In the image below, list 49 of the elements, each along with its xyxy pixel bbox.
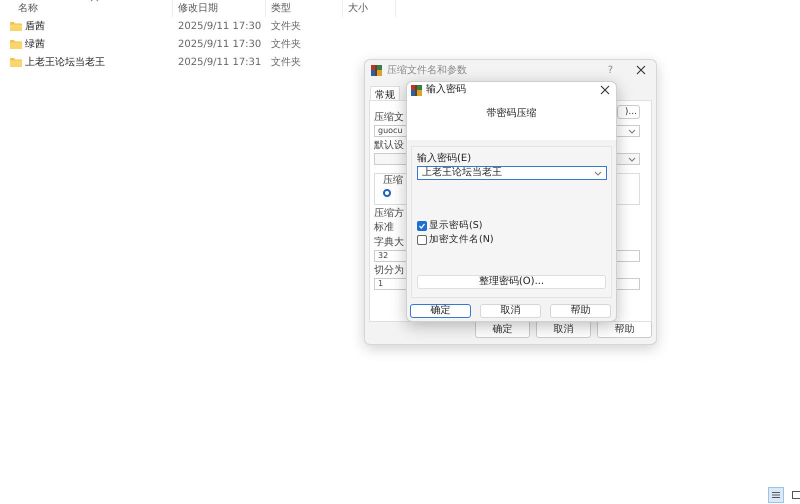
details-view-button[interactable] [768,487,784,503]
file-name[interactable]: 盾茜 [25,19,45,33]
checkbox[interactable] [417,221,427,231]
chevron-icon[interactable] [628,156,636,162]
dialog-button[interactable]: 取消 [480,304,541,318]
checkmark-icon [418,222,426,230]
field-label: 默认设 [374,140,404,152]
column-header[interactable]: 类型 [266,0,343,17]
chevron-icon[interactable] [628,128,636,134]
dialog-button[interactable]: 帮助 [550,304,611,318]
file-name[interactable]: 上老王论坛当老王 [25,55,105,69]
archive-icon [411,84,422,96]
column-header[interactable]: 修改日期 [173,0,266,17]
field-label: 压缩文 [374,112,404,124]
list-icon [771,491,781,499]
window-title: 压缩文件名和参数 [387,64,468,77]
manage-passwords-button[interactable]: 整理密码(O)... [417,275,606,289]
chevron-icon[interactable] [594,170,602,176]
dialog-heading: 带密码压缩 [486,108,536,120]
folder-icon [10,20,22,32]
file-type: 文件夹 [270,20,302,33]
column-header[interactable]: 大小 [343,0,396,17]
close-icon[interactable] [600,85,610,95]
modified-date: 2025/9/11 17:30 [177,38,262,50]
password-combobox[interactable]: 上老王论坛当老王 [417,166,607,180]
field-label: 字典大 [374,237,404,249]
modified-date: 2025/9/11 17:30 [177,20,262,32]
field-label: 切分为 [374,265,404,277]
column-header[interactable]: 名称 [0,0,173,17]
group-label: 压缩 [383,175,403,187]
checkbox-label[interactable]: 加密文件名(N) [429,234,494,246]
window-title: 输入密码 [426,84,467,96]
tab[interactable]: 常规 [370,86,400,100]
file-type: 文件夹 [270,56,302,69]
close-icon[interactable] [636,65,646,75]
file-name[interactable]: 绿茜 [25,37,45,51]
folder-icon [10,38,22,50]
file-type: 文件夹 [270,38,302,51]
dialog-button[interactable]: 确定 [410,304,471,318]
method-combobox[interactable]: 标准 [374,222,394,234]
checkbox[interactable] [417,235,427,245]
checkbox-label[interactable]: 显示密码(S) [429,220,482,232]
browse-button[interactable]: )... [617,105,640,119]
field-label: 输入密码(E) [417,153,472,165]
modified-date: 2025/9/11 17:31 [177,56,262,68]
radio-button[interactable] [383,189,391,197]
folder-icon [10,56,22,68]
field-label: 压缩方 [374,208,404,220]
archive-icon [371,64,382,76]
